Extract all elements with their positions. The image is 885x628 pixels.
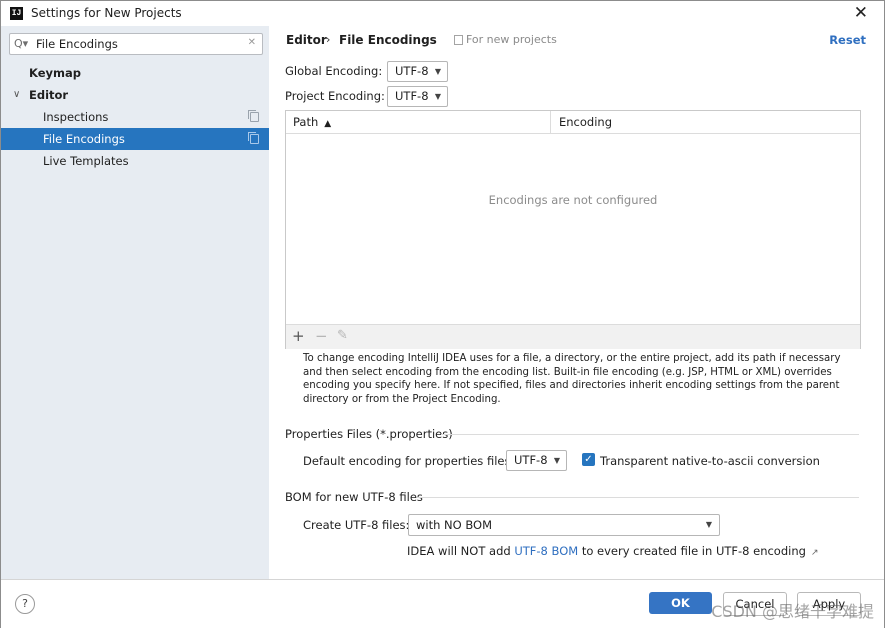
sidebar-item-live-templates[interactable]: Live Templates — [1, 150, 269, 172]
edit-icon[interactable]: ✎ — [337, 328, 348, 343]
add-icon[interactable]: + — [292, 327, 305, 345]
external-link-icon[interactable]: ↗ — [811, 548, 819, 558]
close-button[interactable]: ✕ — [854, 3, 868, 23]
bom-note: IDEA will NOT add UTF-8 BOM to every cre… — [407, 544, 818, 558]
properties-encoding-label: Default encoding for properties files: — [303, 454, 515, 468]
global-encoding-label: Global Encoding: — [285, 64, 383, 78]
project-encoding-dropdown[interactable]: UTF-8 ▼ — [387, 86, 448, 107]
intellij-app-icon: IJ — [10, 7, 23, 20]
settings-search-input[interactable]: Q▾ File Encodings ✕ — [9, 33, 263, 55]
dialog-button-bar: ? OK Cancel Apply CSDN @思绪千字难提 — [1, 579, 884, 628]
column-divider[interactable] — [550, 111, 551, 133]
bom-section-title: BOM for new UTF-8 files — [285, 490, 423, 504]
remove-icon[interactable]: − — [315, 327, 328, 345]
section-divider — [441, 434, 859, 435]
reset-link[interactable]: Reset — [829, 33, 866, 47]
sidebar-item-inspections[interactable]: Inspections — [1, 106, 269, 128]
bom-note-suffix: to every created file in UTF-8 encoding — [578, 544, 806, 558]
sidebar-item-label: Editor — [29, 88, 69, 102]
settings-dialog: IJ Settings for New Projects ✕ Q▾ File E… — [0, 0, 885, 628]
column-header-label: Path — [293, 115, 319, 129]
dropdown-arrow-icon: ▼ — [434, 67, 441, 76]
global-encoding-value: UTF-8 — [395, 64, 429, 78]
help-button[interactable]: ? — [15, 594, 35, 614]
transparent-conversion-checkbox[interactable]: ✓ — [582, 453, 595, 466]
bom-dropdown[interactable]: with NO BOM ▼ — [408, 514, 720, 536]
column-header-encoding[interactable]: Encoding — [559, 111, 612, 133]
ok-button[interactable]: OK — [649, 592, 712, 614]
dropdown-arrow-icon: ▼ — [705, 520, 712, 529]
empty-table-message: Encodings are not configured — [488, 193, 658, 207]
create-utf8-label: Create UTF-8 files: — [303, 518, 410, 532]
breadcrumb-separator: › — [326, 33, 331, 46]
sort-ascending-icon: ▲ — [324, 119, 332, 129]
properties-section-title: Properties Files (*.properties) — [285, 427, 453, 441]
project-scope-icon — [248, 132, 259, 144]
utf8-bom-link[interactable]: UTF-8 BOM — [514, 544, 578, 558]
table-toolbar: + − ✎ — [286, 324, 860, 349]
section-divider — [417, 497, 859, 498]
sidebar-item-file-encodings[interactable]: File Encodings — [1, 128, 269, 150]
chevron-down-icon[interactable]: ∨ — [13, 84, 20, 106]
project-encoding-value: UTF-8 — [395, 89, 429, 103]
table-header: Path ▲ Encoding — [286, 111, 860, 134]
search-icon: Q▾ — [14, 37, 29, 50]
scope-note: For new projects — [466, 33, 557, 46]
watermark: CSDN @思绪千字难提 — [711, 602, 874, 621]
settings-sidebar: Q▾ File Encodings ✕ Keymap ∨ Editor Insp… — [1, 26, 269, 579]
column-header-path[interactable]: Path ▲ — [293, 111, 331, 133]
breadcrumb-parent[interactable]: Editor — [286, 33, 327, 47]
sidebar-item-label: Keymap — [29, 66, 81, 80]
properties-encoding-dropdown[interactable]: UTF-8 ▼ — [506, 450, 567, 471]
project-scope-icon — [248, 110, 259, 122]
sidebar-item-label: Inspections — [43, 110, 109, 124]
dropdown-arrow-icon: ▼ — [553, 456, 560, 465]
project-scope-icon — [454, 35, 463, 45]
sidebar-item-editor[interactable]: ∨ Editor — [1, 84, 269, 106]
properties-encoding-value: UTF-8 — [514, 453, 548, 467]
page-title: File Encodings — [339, 33, 437, 47]
title-bar: IJ Settings for New Projects ✕ — [1, 1, 884, 26]
sidebar-item-label: File Encodings — [43, 132, 125, 146]
bom-value: with NO BOM — [416, 518, 493, 532]
search-value: File Encodings — [36, 37, 118, 51]
bom-note-prefix: IDEA will NOT add — [407, 544, 515, 558]
clear-search-icon[interactable]: ✕ — [248, 37, 256, 48]
sidebar-item-keymap[interactable]: Keymap — [1, 62, 269, 84]
window-title: Settings for New Projects — [31, 6, 182, 20]
sidebar-item-label: Live Templates — [43, 154, 129, 168]
transparent-conversion-label[interactable]: Transparent native-to-ascii conversion — [600, 454, 820, 468]
global-encoding-dropdown[interactable]: UTF-8 ▼ — [387, 61, 448, 82]
encodings-table: Path ▲ Encoding Encodings are not configu… — [285, 110, 861, 349]
encoding-help-text: To change encoding IntelliJ IDEA uses fo… — [303, 353, 841, 405]
project-encoding-label: Project Encoding: — [285, 89, 385, 103]
dropdown-arrow-icon: ▼ — [434, 92, 441, 101]
settings-content: Editor › File Encodings For new projects… — [270, 26, 884, 579]
